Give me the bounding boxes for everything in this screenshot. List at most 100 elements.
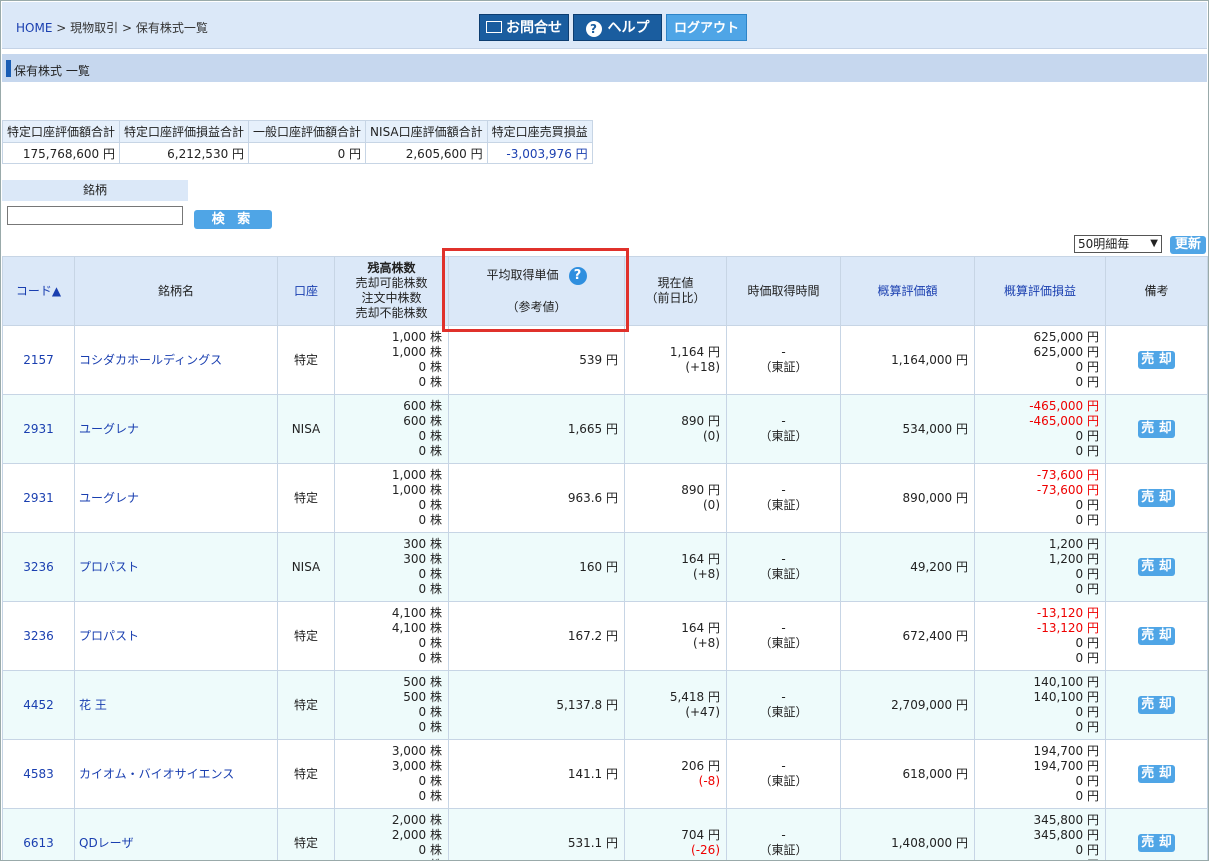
qty-value: 500 株 <box>403 675 442 689</box>
stock-name-link[interactable]: ユーグレナ <box>79 491 139 505</box>
price-change: (+18) <box>685 360 720 374</box>
price-change: (+8) <box>692 567 720 581</box>
sell-button[interactable]: 売 却 <box>1138 558 1175 576</box>
account-type: 特定 <box>277 670 335 740</box>
price-time-cell: - （東証） <box>726 532 841 602</box>
col-qty-label-3: 売却不能株数 <box>355 306 428 320</box>
qty-value: 0 株 <box>418 360 442 374</box>
price-change: (0) <box>703 429 720 443</box>
summary-header: 一般口座評価額合計 <box>248 120 367 143</box>
market: （東証） <box>759 774 808 788</box>
pl-value: 0 円 <box>1075 444 1099 458</box>
pl-value: 0 円 <box>1075 375 1099 389</box>
table-row: 3236 プロパスト 特定 4,100 株 4,100 株0 株0 株 167.2 円 16… <box>2 601 1208 671</box>
stock-code-link[interactable]: 4452 <box>23 698 54 712</box>
price-cell: 890 円 (0) <box>624 394 727 464</box>
sell-button[interactable]: 売 却 <box>1138 489 1175 507</box>
help-button[interactable]: ? ヘルプ <box>573 14 662 41</box>
stock-code-link[interactable]: 3236 <box>23 560 54 574</box>
current-price: 1,164 円 <box>669 345 720 359</box>
breadcrumb-home-link[interactable]: HOME <box>16 21 52 35</box>
pl-value: 0 円 <box>1075 498 1099 512</box>
col-account[interactable]: 口座 <box>277 256 335 326</box>
market: （東証） <box>759 636 808 650</box>
avg-cost: 5,137.8 円 <box>448 670 625 740</box>
search-input[interactable] <box>7 206 183 225</box>
breadcrumb-current: 保有株式一覧 <box>135 21 208 35</box>
sell-button[interactable]: 売 却 <box>1138 765 1175 783</box>
pl-value: 0 円 <box>1075 582 1099 596</box>
summary-value: 175,768,600 円 <box>1 142 121 164</box>
summary-value[interactable]: -3,003,976 円 <box>486 142 593 164</box>
market: （東証） <box>759 360 808 374</box>
price-cell: 890 円 (0) <box>624 463 727 533</box>
eval-amount: 1,164,000 円 <box>840 325 975 395</box>
sell-button[interactable]: 売 却 <box>1138 627 1175 645</box>
account-type: 特定 <box>277 739 335 809</box>
col-name: 銘柄名 <box>74 256 278 326</box>
pl-value: 345,800 円 <box>1033 828 1099 842</box>
eval-amount: 890,000 円 <box>840 463 975 533</box>
stock-name-link[interactable]: ユーグレナ <box>79 422 139 436</box>
stock-name-link[interactable]: プロパスト <box>79 629 139 643</box>
sell-button[interactable]: 売 却 <box>1138 420 1175 438</box>
sell-button[interactable]: 売 却 <box>1138 351 1175 369</box>
current-price: 890 円 <box>681 483 720 497</box>
qty-value: 4,100 株 <box>391 621 442 635</box>
stock-name-link[interactable]: カイオム・バイオサイエンス <box>79 767 234 781</box>
qty-value: 2,000 株 <box>391 813 442 827</box>
col-pl[interactable]: 概算評価損益 <box>974 256 1106 326</box>
qty-cell: 500 株 500 株0 株0 株 <box>334 670 449 740</box>
help-label: ヘルプ <box>607 20 650 36</box>
stock-name-link[interactable]: QDレーザ <box>79 836 133 850</box>
price-cell: 1,164 円 (+18) <box>624 325 727 395</box>
price-time: - <box>781 483 786 497</box>
summary-header: NISA口座評価額合計 <box>365 120 488 143</box>
eval-amount: 2,709,000 円 <box>840 670 975 740</box>
pl-value: 140,100 円 <box>1033 690 1099 704</box>
sell-button[interactable]: 売 却 <box>1138 834 1175 852</box>
stock-name-link[interactable]: 花 王 <box>79 698 107 712</box>
sell-button[interactable]: 売 却 <box>1138 696 1175 714</box>
market: （東証） <box>759 843 808 857</box>
logout-button[interactable]: ログアウト <box>666 14 747 41</box>
stock-code-link[interactable]: 6613 <box>23 836 54 850</box>
note-cell: 売 却 <box>1105 739 1208 809</box>
price-time: - <box>781 621 786 635</box>
pl-value: 625,000 円 <box>1033 330 1099 344</box>
stock-code-link[interactable]: 2931 <box>23 422 54 436</box>
col-code[interactable]: コード▲ <box>2 256 75 326</box>
pl-value: 0 円 <box>1075 567 1099 581</box>
price-change: (+47) <box>685 705 720 719</box>
col-eval[interactable]: 概算評価額 <box>840 256 975 326</box>
search-button[interactable]: 検 索 <box>194 210 272 229</box>
stock-code-link[interactable]: 4583 <box>23 767 54 781</box>
col-qty: 残高株数 売却可能株数 注文中株数 売却不能株数 <box>334 256 449 326</box>
qty-cell: 2,000 株2,000 株0 株0 株 <box>334 808 449 860</box>
summary-header: 特定口座評価損益合計 <box>119 120 250 143</box>
summary-value: 6,212,530 円 <box>119 142 250 164</box>
pl-value: 0 円 <box>1075 789 1099 803</box>
qty-value: 0 株 <box>418 651 442 665</box>
pl-value: 345,800 円 <box>1033 813 1099 827</box>
qty-cell: 1,000 株 1,000 株0 株0 株 <box>334 325 449 395</box>
section-marker <box>6 60 11 77</box>
pl-value: -13,120 円 <box>1036 606 1099 620</box>
qty-value: 2,000 株 <box>391 828 442 842</box>
price-change: (-26) <box>691 843 720 857</box>
stock-code-link[interactable]: 2157 <box>23 353 54 367</box>
qty-value: 0 株 <box>418 705 442 719</box>
stock-code-link[interactable]: 2931 <box>23 491 54 505</box>
stock-name-link[interactable]: プロパスト <box>79 560 139 574</box>
contact-button[interactable]: お問合せ <box>479 14 569 41</box>
pl-value: 194,700 円 <box>1033 744 1099 758</box>
note-cell: 売 却 <box>1105 670 1208 740</box>
stock-code-link[interactable]: 3236 <box>23 629 54 643</box>
qty-value: 0 株 <box>418 498 442 512</box>
qty-value: 600 株 <box>403 399 442 413</box>
refresh-button[interactable]: 更新 <box>1170 236 1206 254</box>
breadcrumb-trade[interactable]: 現物取引 <box>70 21 118 35</box>
page-size-select[interactable]: 50明細毎 ▼ <box>1074 235 1162 253</box>
stock-name-link[interactable]: コシダカホールディングス <box>79 353 222 367</box>
pl-value: -73,600 円 <box>1036 483 1099 497</box>
